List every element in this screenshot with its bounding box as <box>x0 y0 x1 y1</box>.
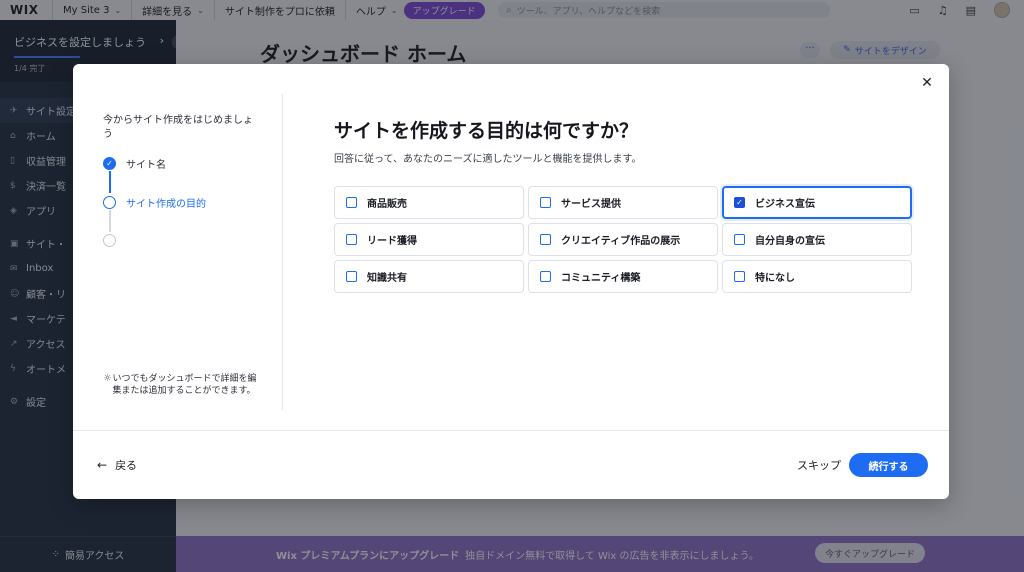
option-label: ビジネス宣伝 <box>755 199 815 210</box>
step-label: サイト名 <box>126 159 166 171</box>
checkbox-icon <box>734 271 745 282</box>
pending-step-icon <box>103 233 116 247</box>
steps-panel: 今からサイト作成をはじめましょう ✓ サイト名 サイト作成の目的 ☼ いつでもダ… <box>73 94 283 410</box>
check-icon: ✓ <box>103 156 116 170</box>
option-label: クリエイティブ作品の展示 <box>561 236 681 247</box>
checkbox-icon <box>346 271 357 282</box>
question-title: サイトを作成する目的は何ですか？ <box>334 120 639 142</box>
option-label: 知識共有 <box>367 273 407 284</box>
option-label: サービス提供 <box>561 199 621 210</box>
step-site-name: ✓ サイト名 <box>103 155 166 171</box>
option-promote-myself[interactable]: 自分自身の宣伝 <box>722 223 912 256</box>
back-label: 戻る <box>115 459 138 472</box>
close-icon: ✕ <box>921 75 933 91</box>
step-label: サイト作成の目的 <box>126 198 206 210</box>
option-share-knowledge[interactable]: 知識共有 <box>334 260 524 293</box>
close-button[interactable]: ✕ <box>917 73 937 93</box>
option-promote-business[interactable]: ✓ ビジネス宣伝 <box>722 186 912 219</box>
arrow-left-icon: ← <box>97 458 108 472</box>
option-label: リード獲得 <box>367 236 417 247</box>
option-provide-services[interactable]: サービス提供 <box>528 186 718 219</box>
tip: ☼ いつでもダッシュボードで詳細を編集または追加することができます。 <box>103 373 263 397</box>
purpose-options: 商品販売 サービス提供 ✓ ビジネス宣伝 リード獲得 クリエイティブ作品の展示 自… <box>334 186 912 293</box>
current-step-icon <box>103 195 116 209</box>
steps-intro: 今からサイト作成をはじめましょう <box>103 115 253 140</box>
skip-button[interactable]: スキップ <box>797 457 841 473</box>
checkbox-checked-icon: ✓ <box>734 197 745 208</box>
checkbox-icon <box>346 197 357 208</box>
tip-text: いつでもダッシュボードで詳細を編集または追加することができます。 <box>112 374 257 396</box>
checkbox-icon <box>540 234 551 245</box>
checkbox-icon <box>734 234 745 245</box>
option-build-community[interactable]: コミュニティ構築 <box>528 260 718 293</box>
option-none[interactable]: 特になし <box>722 260 912 293</box>
continue-button[interactable]: 続行する <box>849 453 928 477</box>
option-showcase-creative-work[interactable]: クリエイティブ作品の展示 <box>528 223 718 256</box>
question-subtitle: 回答に従って、あなたのニーズに適したツールと機能を提供します。 <box>334 154 642 165</box>
option-sell-products[interactable]: 商品販売 <box>334 186 524 219</box>
modal-footer: ← 戻る スキップ 続行する <box>73 430 949 499</box>
step-next <box>103 232 126 248</box>
checkbox-icon <box>540 271 551 282</box>
option-label: 特になし <box>755 273 795 284</box>
onboarding-modal: ✕ 今からサイト作成をはじめましょう ✓ サイト名 サイト作成の目的 ☼ いつで… <box>73 64 949 499</box>
step-connector <box>109 210 111 232</box>
option-label: コミュニティ構築 <box>561 273 641 284</box>
option-label: 商品販売 <box>367 199 407 210</box>
checkbox-icon <box>540 197 551 208</box>
option-generate-leads[interactable]: リード獲得 <box>334 223 524 256</box>
option-label: 自分自身の宣伝 <box>755 236 825 247</box>
step-site-purpose: サイト作成の目的 <box>103 194 206 210</box>
step-connector <box>109 171 111 193</box>
checkbox-icon <box>346 234 357 245</box>
lightbulb-icon: ☼ <box>103 373 112 384</box>
back-button[interactable]: ← 戻る <box>97 457 137 473</box>
